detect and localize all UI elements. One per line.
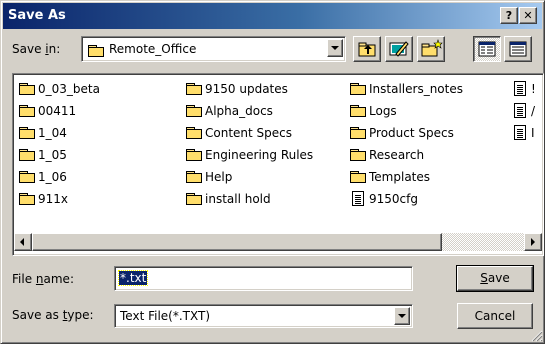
folder-icon [19, 148, 35, 161]
list-item[interactable]: 911x [19, 188, 68, 209]
list-item[interactable]: Content Specs [186, 122, 292, 143]
folder-icon [19, 104, 35, 117]
up-one-level-icon [358, 42, 376, 57]
scrollbar-thumb[interactable] [32, 233, 442, 251]
details-view-button[interactable] [504, 36, 532, 62]
folder-icon [19, 170, 35, 183]
desktop-icon [389, 41, 409, 57]
list-view-button[interactable] [473, 36, 501, 62]
file-name-label: File name: [12, 272, 74, 286]
list-item[interactable]: 9150 updates [186, 78, 288, 99]
folder-icon [350, 170, 366, 183]
file-list[interactable]: 0_03_beta 00411 1_04 1_05 1_06 911x 9150… [12, 73, 544, 256]
folder-icon [350, 126, 366, 139]
list-item[interactable]: install hold [186, 188, 271, 209]
list-item[interactable]: ! [512, 78, 536, 99]
list-item[interactable]: / [512, 100, 535, 121]
folder-icon [350, 104, 366, 117]
save-in-value: Remote_Office [109, 42, 197, 56]
chevron-down-icon[interactable] [327, 39, 343, 57]
list-view-icon [478, 41, 496, 57]
list-item[interactable]: Installers_notes [350, 78, 463, 99]
close-button[interactable]: ✕ [519, 7, 537, 24]
list-item[interactable]: Engineering Rules [186, 144, 313, 165]
new-folder-icon [421, 39, 443, 57]
horizontal-scrollbar[interactable] [14, 233, 542, 251]
save-button[interactable]: Save [456, 265, 534, 292]
folder-icon [19, 126, 35, 139]
chevron-down-icon[interactable] [394, 307, 410, 325]
file-name-input[interactable]: *.txt [114, 266, 413, 291]
resize-grip-icon[interactable] [531, 330, 543, 342]
save-as-type-select[interactable]: Text File(*.TXT) [114, 304, 413, 328]
list-item[interactable]: Alpha_docs [186, 100, 273, 121]
folder-icon [19, 192, 35, 205]
folder-icon [186, 170, 202, 183]
save-as-type-value: Text File(*.TXT) [120, 309, 211, 323]
folder-icon [186, 104, 202, 117]
folder-open-icon [88, 43, 104, 57]
list-item[interactable]: Templates [350, 166, 430, 187]
list-item[interactable]: 1_04 [19, 122, 67, 143]
scroll-right-button[interactable] [524, 233, 542, 251]
list-item[interactable]: I [512, 122, 535, 143]
save-in-label: Save in: [12, 42, 61, 56]
text-file-icon [514, 125, 526, 140]
folder-icon [186, 148, 202, 161]
folder-icon [350, 82, 366, 95]
text-file-icon [514, 81, 526, 96]
help-button[interactable]: ? [500, 7, 518, 24]
list-item[interactable]: Help [186, 166, 232, 187]
folder-icon [19, 82, 35, 95]
list-item[interactable]: 00411 [19, 100, 76, 121]
save-in-combobox[interactable]: Remote_Office [81, 36, 346, 62]
details-view-icon [509, 41, 527, 57]
cancel-button[interactable]: Cancel [457, 303, 533, 329]
list-item[interactable]: 1_06 [19, 166, 67, 187]
new-folder-button[interactable] [417, 36, 445, 62]
list-item[interactable]: 1_05 [19, 144, 67, 165]
file-name-value: *.txt [117, 270, 149, 286]
list-item[interactable]: 9150cfg [350, 188, 418, 209]
folder-icon [186, 82, 202, 95]
window-title: Save As [8, 8, 66, 23]
list-item[interactable]: Logs [350, 100, 397, 121]
folder-icon [350, 148, 366, 161]
list-item[interactable]: 0_03_beta [19, 78, 100, 99]
save-as-dialog: Save As ? ✕ Save in: Remote_Office 0_03_… [0, 0, 545, 344]
save-as-type-label: Save as type: [12, 308, 94, 322]
list-item[interactable]: Research [350, 144, 424, 165]
desktop-button[interactable] [385, 36, 413, 62]
list-item[interactable]: Product Specs [350, 122, 454, 143]
scroll-left-button[interactable] [14, 233, 32, 251]
folder-icon [186, 192, 202, 205]
title-bar[interactable]: Save As ? ✕ [3, 3, 542, 29]
up-one-level-button[interactable] [353, 36, 381, 62]
text-file-icon [514, 103, 526, 118]
folder-icon [186, 126, 202, 139]
text-file-icon [352, 191, 364, 206]
